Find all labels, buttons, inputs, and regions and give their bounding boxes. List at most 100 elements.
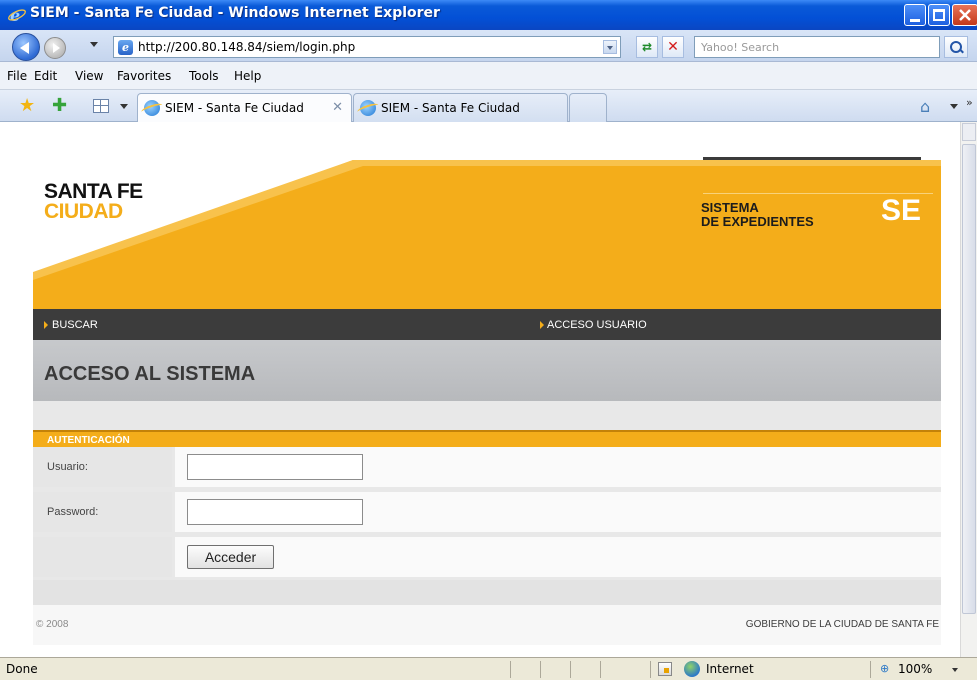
ie-logo-icon: e [8,6,26,24]
close-button[interactable] [952,4,977,26]
tab-siem-2[interactable]: SIEM - Santa Fe Ciudad [353,93,568,122]
page-title: ACCESO AL SISTEMA [44,363,256,385]
status-divider [870,661,871,678]
password-field[interactable] [187,499,363,525]
site-footer: © 2008 GOBIERNO DE LA CIUDAD DE SANTA FE [33,605,941,645]
system-title-line-1: SISTEMA [701,200,759,215]
scrollbar-thumb[interactable] [962,144,976,614]
menu-help[interactable]: Help [234,69,261,83]
back-button[interactable] [12,33,40,61]
status-divider [510,661,511,678]
tab-list-dropdown[interactable] [120,104,128,109]
page-icon: e [118,40,133,55]
system-title-line-2: DE EXPEDIENTES [701,214,814,229]
title-bar: e SIEM - Santa Fe Ciudad - Windows Inter… [0,0,977,30]
new-tab-button[interactable] [569,93,607,122]
more-tools-chevron-icon[interactable]: » [966,96,973,109]
menu-bar: File Edit View Favorites Tools Help [0,62,977,90]
form-value-cell: Acceder [175,537,941,577]
forward-button[interactable] [44,37,66,59]
menu-file[interactable]: File [7,69,27,83]
footer-strip [33,580,941,605]
add-favorite-icon[interactable]: ✚ [52,97,67,115]
nav-arrow-icon [44,321,48,329]
url-text[interactable]: http://200.80.148.84/siem/login.php [138,40,355,54]
tab-siem-1[interactable]: SIEM - Santa Fe Ciudad ✕ [137,93,352,122]
zoom-icon: ⊕ [880,662,890,675]
page-title-box: ACCESO AL SISTEMA [33,340,941,401]
site-logo[interactable]: SANTA FE CIUDAD [44,180,143,223]
username-label: Usuario: [47,461,88,473]
logo-line-2: CIUDAD [44,200,123,223]
status-divider [650,661,651,678]
vertical-scrollbar[interactable] [960,122,977,657]
site-header: SANTA FE CIUDAD SISTEMA DE EXPEDIENTES S… [33,160,941,309]
tab-bar: ★ ✚ SIEM - Santa Fe Ciudad ✕ SIEM - Sant… [0,90,977,122]
menu-favorites[interactable]: Favorites [117,69,171,83]
home-dropdown[interactable] [950,104,958,109]
menu-edit[interactable]: Edit [34,69,57,83]
window-title: SIEM - Santa Fe Ciudad - Windows Interne… [30,5,440,21]
form-label-cell: Usuario: [33,447,172,487]
tab-close-icon[interactable]: ✕ [332,100,343,115]
system-abbreviation: SE [881,194,922,227]
address-toolbar: e http://200.80.148.84/siem/login.php ⇄ … [0,30,977,62]
form-row-username: Usuario: [33,447,941,487]
nav-link-acceso-usuario[interactable]: ACCESO USUARIO [547,319,647,331]
search-placeholder: Yahoo! Search [701,41,780,54]
spacer-strip [33,401,941,430]
favorites-star-icon[interactable]: ★ [19,97,35,115]
home-icon[interactable]: ⌂ [920,97,930,116]
form-row-password: Password: [33,492,941,532]
form-label-cell [33,537,172,577]
status-divider [570,661,571,678]
ie-page-icon [360,100,376,116]
status-divider [600,661,601,678]
stop-icon: ✕ [667,39,679,55]
menu-tools[interactable]: Tools [189,69,219,83]
maximize-button[interactable] [928,4,950,26]
scroll-up-arrow[interactable] [962,123,976,141]
minimize-button[interactable] [904,4,926,26]
search-button[interactable] [944,36,968,58]
refresh-button[interactable]: ⇄ [636,36,658,58]
recent-pages-dropdown[interactable] [90,42,98,47]
address-dropdown-button[interactable] [603,40,617,54]
form-value-cell [175,447,941,487]
auth-section-label: AUTENTICACIÓN [47,435,130,446]
quick-tabs-icon[interactable] [93,99,109,113]
protected-mode-icon[interactable] [658,662,672,676]
acceder-button[interactable]: Acceder [187,545,274,569]
close-icon [959,9,971,21]
refresh-icon: ⇄ [641,40,653,54]
address-bar[interactable]: e http://200.80.148.84/siem/login.php [113,36,621,58]
status-text: Done [6,662,38,676]
form-row-submit: Acceder [33,537,941,577]
logo-line-1: SANTA FE [44,180,143,203]
menu-view[interactable]: View [75,69,103,83]
site-nav: BUSCAR ACCESO USUARIO [33,309,941,340]
nav-link-buscar[interactable]: BUSCAR [52,319,98,331]
status-bar: Done Internet ⊕ 100% [0,657,977,680]
page: SANTA FE CIUDAD SISTEMA DE EXPEDIENTES S… [33,122,941,657]
internet-zone-globe-icon [684,661,700,677]
zoom-level[interactable]: 100% [898,662,932,676]
nav-arrow-icon [540,321,544,329]
form-value-cell [175,492,941,532]
ie-page-icon [144,100,160,116]
tab-label: SIEM - Santa Fe Ciudad [381,101,520,115]
zoom-dropdown[interactable] [952,668,958,672]
tab-label: SIEM - Santa Fe Ciudad [165,101,304,115]
copyright-text: © 2008 [36,619,69,630]
auth-section-header: AUTENTICACIÓN [33,430,941,447]
security-zone-label[interactable]: Internet [706,662,754,676]
page-viewport: SANTA FE CIUDAD SISTEMA DE EXPEDIENTES S… [0,122,960,657]
username-field[interactable] [187,454,363,480]
system-title: SISTEMA DE EXPEDIENTES [701,201,814,229]
password-label: Password: [47,506,99,518]
form-label-cell: Password: [33,492,172,532]
search-input[interactable]: Yahoo! Search [694,36,940,58]
government-credit: GOBIERNO DE LA CIUDAD DE SANTA FE [745,619,939,630]
login-form: Usuario: Password: Acceder [33,447,941,580]
stop-button[interactable]: ✕ [662,36,684,58]
